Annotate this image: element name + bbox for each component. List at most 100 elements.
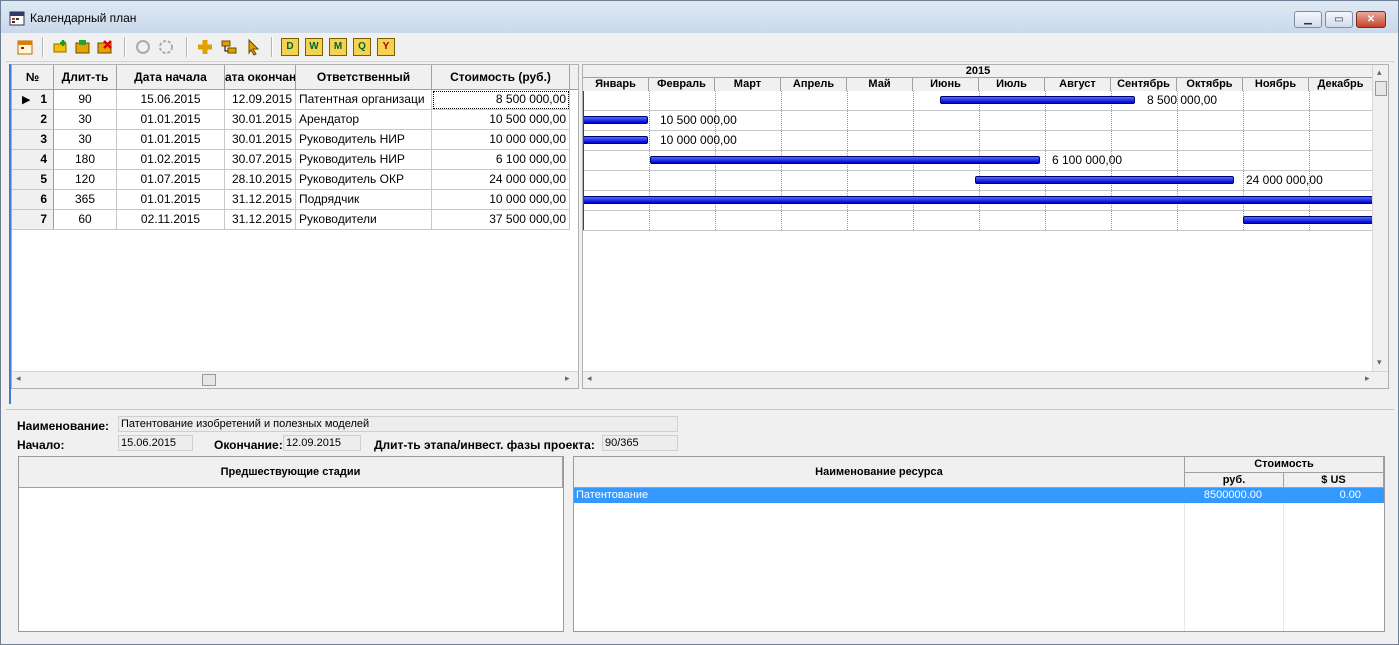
resource-usd-cell: 0.00 bbox=[1339, 489, 1361, 501]
scroll-left-icon[interactable]: ◂ bbox=[587, 373, 592, 384]
delete-icon[interactable] bbox=[96, 38, 114, 56]
cell-start[interactable]: 01.07.2015 bbox=[117, 170, 225, 190]
cell-owner[interactable]: Подрядчик bbox=[296, 190, 432, 210]
cell-cost[interactable]: 10 000 000,00 bbox=[432, 130, 570, 150]
col-header-duration[interactable]: Длит-ть bbox=[54, 65, 117, 90]
cell-owner[interactable]: Руководитель ОКР bbox=[296, 170, 432, 190]
cell-num[interactable]: 2 bbox=[12, 110, 54, 130]
scroll-up-icon[interactable]: ▴ bbox=[1377, 67, 1382, 78]
gantt-bar[interactable] bbox=[583, 116, 648, 124]
group-icon[interactable] bbox=[134, 38, 152, 56]
table-row[interactable]: Патентование 8500000.00 0.00 bbox=[574, 488, 1384, 503]
maximize-button[interactable]: ▭ bbox=[1325, 11, 1353, 28]
gantt-bar[interactable] bbox=[583, 196, 1373, 204]
scroll-right-icon[interactable]: ▸ bbox=[1365, 373, 1370, 384]
cell-duration[interactable]: 30 bbox=[54, 110, 117, 130]
cell-owner[interactable]: Патентная организаци bbox=[296, 90, 432, 110]
ungroup-icon[interactable] bbox=[157, 38, 175, 56]
gantt-bar-label: 24 000 000,00 bbox=[1246, 173, 1323, 187]
cell-duration[interactable]: 60 bbox=[54, 210, 117, 230]
cell-owner[interactable]: Руководитель НИР bbox=[296, 150, 432, 170]
gantt-bar[interactable] bbox=[1243, 216, 1373, 224]
cell-start[interactable]: 01.01.2015 bbox=[117, 130, 225, 150]
cell-cost[interactable]: 24 000 000,00 bbox=[432, 170, 570, 190]
cell-num[interactable]: 3 bbox=[12, 130, 54, 150]
month-header: Август bbox=[1045, 78, 1111, 91]
toolbar-separator bbox=[186, 37, 188, 57]
gantt-bar-label: 8 500 000,00 bbox=[1147, 93, 1218, 107]
row-gridline bbox=[583, 190, 1373, 191]
cell-end[interactable]: 12.09.2015 bbox=[225, 90, 296, 110]
gantt-bar[interactable] bbox=[650, 156, 1040, 164]
gantt-hscrollbar[interactable]: ◂ ▸ bbox=[583, 371, 1388, 388]
grid-hscroll-thumb[interactable] bbox=[202, 374, 216, 386]
cell-owner[interactable]: Арендатор bbox=[296, 110, 432, 130]
name-field[interactable]: Патентование изобретений и полезных моде… bbox=[118, 416, 678, 432]
cell-end[interactable]: 30.01.2015 bbox=[225, 110, 296, 130]
col-header-end[interactable]: ата окончан bbox=[225, 65, 296, 90]
cell-num[interactable]: 5 bbox=[12, 170, 54, 190]
col-header-num[interactable]: № bbox=[12, 65, 54, 90]
cell-num[interactable]: 1 bbox=[12, 90, 54, 110]
cell-end[interactable]: 31.12.2015 bbox=[225, 210, 296, 230]
link-icon[interactable] bbox=[220, 38, 238, 56]
calendar-icon[interactable] bbox=[16, 38, 34, 56]
day-view-icon[interactable]: D bbox=[281, 38, 299, 56]
cell-start[interactable]: 02.11.2015 bbox=[117, 210, 225, 230]
window-title: Календарный план bbox=[30, 11, 137, 25]
cell-duration[interactable]: 120 bbox=[54, 170, 117, 190]
cell-start[interactable]: 01.01.2015 bbox=[117, 190, 225, 210]
cell-num[interactable]: 7 bbox=[12, 210, 54, 230]
month-header: Февраль bbox=[649, 78, 715, 91]
cell-end[interactable]: 30.01.2015 bbox=[225, 130, 296, 150]
cell-duration[interactable]: 30 bbox=[54, 130, 117, 150]
gantt-bar[interactable] bbox=[940, 96, 1135, 104]
cell-num[interactable]: 6 bbox=[12, 190, 54, 210]
col-header-owner[interactable]: Ответственный bbox=[296, 65, 432, 90]
cell-cost[interactable]: 10 500 000,00 bbox=[432, 110, 570, 130]
gantt-vscroll-thumb[interactable] bbox=[1375, 81, 1387, 96]
phase-field[interactable]: 90/365 bbox=[602, 435, 678, 451]
cell-duration[interactable]: 180 bbox=[54, 150, 117, 170]
scroll-right-icon[interactable]: ▸ bbox=[565, 373, 570, 384]
cell-start[interactable]: 01.02.2015 bbox=[117, 150, 225, 170]
close-button[interactable]: ✕ bbox=[1356, 11, 1386, 28]
gantt-chart: 2015 Январь Февраль Март Апрель Май Июнь Июль А… bbox=[582, 64, 1389, 389]
cell-num[interactable]: 4 bbox=[12, 150, 54, 170]
cell-cost[interactable]: 8 500 000,00 bbox=[432, 90, 570, 110]
add-task-icon[interactable] bbox=[52, 38, 70, 56]
cell-start[interactable]: 15.06.2015 bbox=[117, 90, 225, 110]
cell-owner[interactable]: Руководители bbox=[296, 210, 432, 230]
cell-cost[interactable]: 37 500 000,00 bbox=[432, 210, 570, 230]
resource-rub-cell: 8500000.00 bbox=[1203, 489, 1262, 501]
splitter-accent bbox=[9, 64, 11, 404]
cell-duration[interactable]: 365 bbox=[54, 190, 117, 210]
year-view-icon[interactable]: Y bbox=[377, 38, 395, 56]
gantt-bar[interactable] bbox=[583, 136, 648, 144]
col-header-start[interactable]: Дата начала bbox=[117, 65, 225, 90]
scroll-left-icon[interactable]: ◂ bbox=[16, 373, 21, 384]
col-header-cost[interactable]: Стоимость (руб.) bbox=[432, 65, 570, 90]
add-resource-icon[interactable] bbox=[74, 38, 92, 56]
scroll-down-icon[interactable]: ▾ bbox=[1377, 357, 1382, 368]
cell-end[interactable]: 30.07.2015 bbox=[225, 150, 296, 170]
quarter-view-icon[interactable]: Q bbox=[353, 38, 371, 56]
gantt-bar-label: 10 000 000,00 bbox=[660, 133, 737, 147]
cell-cost[interactable]: 6 100 000,00 bbox=[432, 150, 570, 170]
cell-cost[interactable]: 10 000 000,00 bbox=[432, 190, 570, 210]
month-view-icon[interactable]: M bbox=[329, 38, 347, 56]
gantt-bar[interactable] bbox=[975, 176, 1234, 184]
cell-end[interactable]: 28.10.2015 bbox=[225, 170, 296, 190]
cell-duration[interactable]: 90 bbox=[54, 90, 117, 110]
gantt-vscrollbar[interactable]: ▴ ▾ bbox=[1372, 65, 1388, 371]
cell-start[interactable]: 01.01.2015 bbox=[117, 110, 225, 130]
cell-end[interactable]: 31.12.2015 bbox=[225, 190, 296, 210]
pointer-icon[interactable] bbox=[244, 38, 262, 56]
minimize-button[interactable]: ▁ bbox=[1294, 11, 1322, 28]
grid-hscrollbar[interactable]: ◂ ▸ bbox=[12, 371, 578, 388]
start-field[interactable]: 15.06.2015 bbox=[118, 435, 193, 451]
end-field[interactable]: 12.09.2015 bbox=[283, 435, 361, 451]
add-icon[interactable] bbox=[196, 38, 214, 56]
week-view-icon[interactable]: W bbox=[305, 38, 323, 56]
cell-owner[interactable]: Руководитель НИР bbox=[296, 130, 432, 150]
